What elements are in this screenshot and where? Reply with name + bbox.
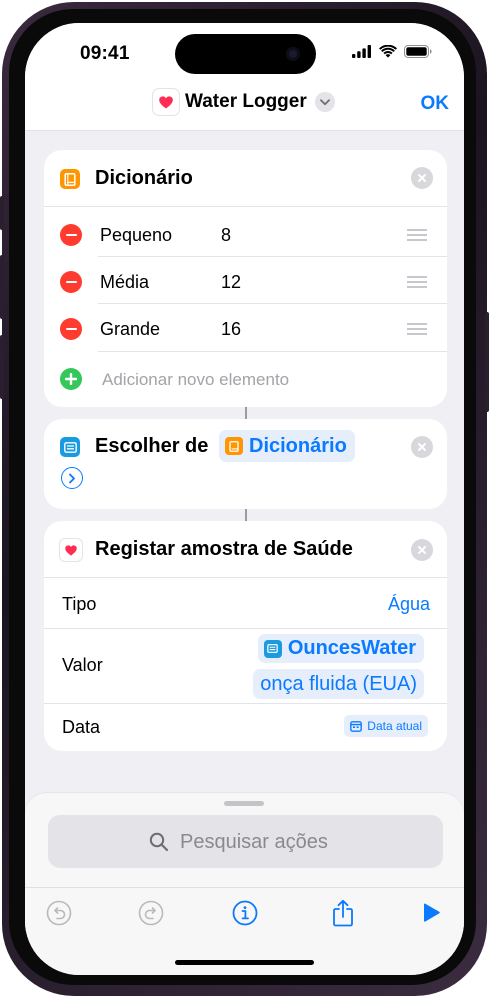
sheet-grabber[interactable]	[224, 801, 264, 806]
dictionary-row: Grande 16	[44, 305, 447, 351]
camera-icon	[286, 47, 300, 61]
remove-action-button[interactable]	[411, 167, 433, 189]
row-value[interactable]: 8	[221, 225, 231, 246]
dictionary-icon	[225, 437, 243, 455]
actions-bottom-sheet: Pesquisar ações	[25, 793, 464, 975]
remove-action-button[interactable]	[411, 539, 433, 561]
delete-row-button[interactable]	[60, 224, 82, 246]
chevron-down-icon	[314, 92, 335, 112]
row-key[interactable]: Pequeno	[100, 225, 172, 246]
delete-row-button[interactable]	[60, 318, 82, 340]
type-label: Tipo	[62, 594, 97, 614]
redo-icon	[138, 900, 164, 926]
screen: 09:41 Water Logger OK Dicionário Pequeno…	[25, 23, 464, 975]
shortcut-app-icon	[153, 89, 179, 115]
current-date-token[interactable]: Data atual	[344, 715, 428, 737]
type-value[interactable]: Água	[388, 594, 430, 615]
token-label: Dicionário	[249, 434, 347, 457]
dictionary-variable-token[interactable]: Dicionário	[219, 430, 355, 462]
share-button[interactable]	[329, 899, 357, 927]
volume-down-button	[0, 335, 4, 399]
divider	[44, 206, 447, 207]
row-key[interactable]: Média	[100, 272, 149, 293]
search-placeholder: Pesquisar ações	[180, 831, 328, 853]
choose-card-title: Escolher de	[95, 435, 209, 457]
token-label: OuncesWater	[287, 637, 416, 659]
dictionary-action-card: Dicionário Pequeno 8 Média 12 Grande 16	[44, 150, 447, 407]
drag-handle-icon[interactable]	[407, 229, 427, 244]
unit-label: onça fluida (EUA)	[260, 672, 417, 695]
log-health-sample-card: Registar amostra de Saúde Tipo Água Valo…	[44, 521, 447, 751]
share-icon	[333, 899, 353, 927]
play-icon	[424, 903, 440, 922]
list-icon	[60, 437, 80, 457]
dynamic-island	[175, 34, 316, 74]
drag-handle-icon[interactable]	[407, 323, 427, 338]
plus-icon	[65, 373, 77, 385]
divider	[44, 703, 447, 704]
side-button	[485, 312, 489, 412]
search-icon	[149, 832, 169, 852]
choose-from-action-card: Escolher de Dicionário	[44, 419, 447, 509]
row-value[interactable]: 12	[221, 272, 241, 293]
info-icon	[232, 900, 258, 926]
ounces-water-variable-token[interactable]: OuncesWater	[257, 634, 424, 663]
wifi-icon	[379, 45, 397, 58]
date-token-label: Data atual	[367, 719, 422, 733]
cellular-signal-icon	[352, 45, 371, 58]
search-actions-field[interactable]: Pesquisar ações	[48, 815, 443, 868]
heart-icon	[159, 95, 173, 108]
divider	[44, 628, 447, 629]
drag-handle-icon[interactable]	[407, 276, 427, 291]
info-button[interactable]	[231, 899, 259, 927]
dictionary-row: Média 12	[44, 258, 447, 304]
health-card-title: Registar amostra de Saúde	[95, 538, 353, 560]
dictionary-card-title: Dicionário	[95, 167, 193, 189]
divider	[98, 351, 447, 352]
shortcut-title: Water Logger	[185, 91, 307, 112]
divider	[44, 577, 447, 578]
action-connector	[245, 509, 247, 521]
add-item-button[interactable]	[60, 368, 82, 390]
status-icons	[352, 45, 432, 58]
action-button	[0, 196, 4, 230]
remove-action-button[interactable]	[411, 436, 433, 458]
run-button[interactable]	[417, 899, 445, 927]
divider	[25, 887, 464, 888]
done-button[interactable]: OK	[421, 93, 450, 115]
divider	[98, 256, 447, 257]
undo-icon	[46, 900, 72, 926]
close-icon	[418, 546, 426, 554]
dictionary-icon	[60, 169, 80, 189]
row-value[interactable]: 16	[221, 319, 241, 340]
volume-up-button	[0, 255, 4, 319]
expand-chevron-icon[interactable]	[61, 467, 83, 489]
undo-button[interactable]	[45, 899, 73, 927]
home-indicator	[175, 960, 314, 965]
close-icon	[418, 443, 426, 451]
delete-row-button[interactable]	[60, 271, 82, 293]
battery-icon	[404, 45, 432, 58]
navigation-bar: Water Logger OK	[25, 85, 464, 131]
date-label: Data	[62, 717, 101, 737]
shortcut-title-menu[interactable]: Water Logger	[153, 89, 335, 115]
heart-icon	[65, 544, 77, 556]
value-label: Valor	[62, 655, 103, 675]
close-icon	[418, 174, 426, 182]
row-key[interactable]: Grande	[100, 319, 160, 340]
divider	[98, 303, 447, 304]
health-app-icon	[60, 539, 82, 561]
add-item-label[interactable]: Adicionar novo elemento	[102, 370, 289, 390]
list-icon	[263, 639, 282, 658]
dictionary-row: Pequeno 8	[44, 211, 447, 257]
action-connector	[245, 407, 247, 419]
redo-button[interactable]	[137, 899, 165, 927]
calendar-icon	[350, 720, 363, 732]
status-time: 09:41	[80, 43, 130, 64]
status-bar: 09:41	[25, 23, 464, 85]
unit-token[interactable]: onça fluida (EUA)	[253, 669, 424, 699]
